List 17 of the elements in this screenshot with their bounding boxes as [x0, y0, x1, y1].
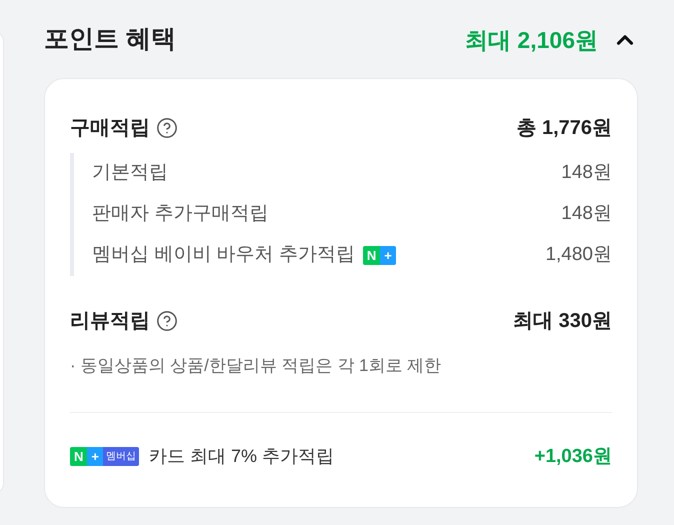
item-label: 판매자 추가구매적립: [92, 202, 268, 226]
item-amount: 148원: [561, 202, 612, 226]
section-total: 총 1,776원: [516, 116, 612, 141]
help-icon[interactable]: [156, 310, 178, 332]
section-total: 최대 330원: [513, 309, 612, 334]
item-amount: 148원: [561, 161, 612, 186]
item-label: 기본적립: [92, 161, 168, 186]
max-points: 최대 2,106원: [465, 26, 598, 55]
section-heading: 리뷰적립: [70, 309, 150, 334]
card-benefit-amount: +1,036원: [534, 444, 612, 468]
section-heading: 구매적립: [70, 116, 150, 141]
card-benefit-text: 카드 최대 7% 추가적립: [148, 445, 334, 468]
section-title: 포인트 혜택: [44, 24, 176, 56]
item-label: 멤버십 베이비 바우처 추가적립: [92, 243, 355, 268]
review-note: · 동일상품의 상품/한달리뷰 적립은 각 1회로 제한: [70, 355, 442, 377]
help-icon[interactable]: [156, 117, 178, 139]
item-amount: 1,480원: [545, 243, 612, 268]
